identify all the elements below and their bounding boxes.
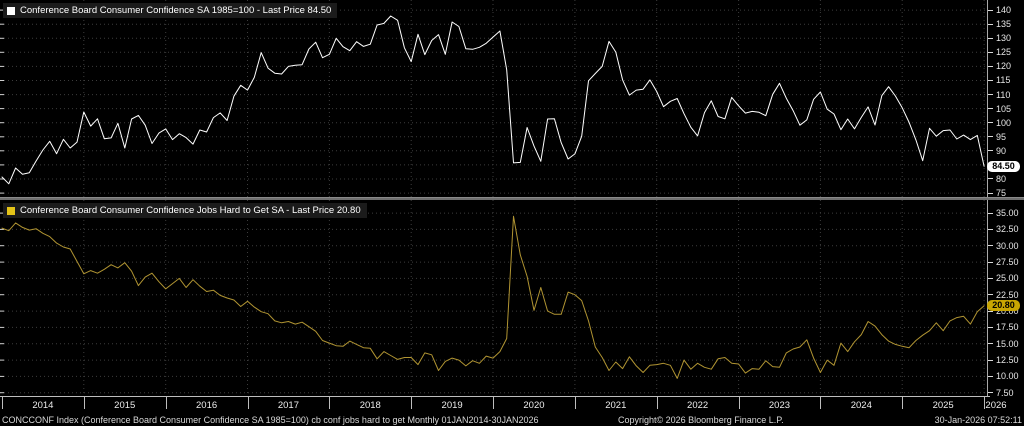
y-tick [988,38,993,39]
footer-copyright: Copyright© 2026 Bloomberg Finance L.P. [618,415,784,426]
x-tick-label-2026: 2026 [974,400,1018,411]
y-tick [988,24,993,25]
x-tick [166,397,167,409]
y-tick-label: 32.50 [996,224,1024,234]
y-tick [988,294,993,295]
legend-bottom-panel[interactable]: Conference Board Consumer Confidence Job… [3,203,367,218]
y-tick [988,245,993,246]
x-tick-label-2025: 2025 [921,400,965,411]
x-tick [657,397,658,409]
x-tick [575,397,576,409]
x-tick [411,397,412,409]
legend-label-consumer-confidence: Conference Board Consumer Confidence SA … [20,5,331,16]
y-tick-label: 125 [996,47,1024,57]
x-tick-label-2019: 2019 [430,400,474,411]
y-tick [988,262,993,263]
y-tick-label: 90 [996,146,1024,156]
bloomberg-chart-window: Conference Board Consumer Confidence SA … [0,0,1024,426]
y-tick-label: 27.50 [996,257,1024,267]
footer: CONCCONF Index (Conference Board Consume… [0,414,1024,426]
y-tick-label: 17.50 [996,322,1024,332]
series-swatch-jobs-hard-to-get [7,207,15,215]
y-tick-label: 105 [996,104,1024,114]
y-tick-label: 120 [996,61,1024,71]
y-tick [988,108,993,109]
y-tick [988,136,993,137]
x-tick-label-2024: 2024 [839,400,883,411]
y-tick [988,278,993,279]
footer-ticker-description: CONCCONF Index (Conference Board Consume… [2,415,539,426]
y-tick [988,66,993,67]
x-tick-label-2016: 2016 [185,400,229,411]
x-tick-label-2023: 2023 [757,400,801,411]
footer-timestamp: 30-Jan-2026 07:52:11 [935,415,1022,426]
x-tick [248,397,249,409]
series-swatch-consumer-confidence [7,7,15,15]
y-tick-label: 80 [996,174,1024,184]
x-tick-label-2017: 2017 [266,400,310,411]
x-tick-label-2022: 2022 [676,400,720,411]
y-tick [988,94,993,95]
x-tick-label-2018: 2018 [348,400,392,411]
x-tick [329,397,330,409]
last-price-label-bottom: 20.80 [987,300,1020,311]
y-tick [988,10,993,11]
panel-divider[interactable] [0,197,1024,200]
y-tick [988,122,993,123]
y-tick [988,392,993,393]
y-tick [988,327,993,328]
y-tick [988,52,993,53]
y-tick-label: 35.00 [996,208,1024,218]
y-tick [988,80,993,81]
y-tick [988,376,993,377]
x-tick [739,397,740,409]
legend-label-jobs-hard-to-get: Conference Board Consumer Confidence Job… [20,205,361,216]
y-tick-label: 12.50 [996,355,1024,365]
y-tick [988,193,993,194]
x-tick [84,397,85,409]
y-tick-label: 15.00 [996,339,1024,349]
x-tick [902,397,903,409]
x-tick [820,397,821,409]
y-tick-label: 22.50 [996,290,1024,300]
x-tick-label-2014: 2014 [21,400,65,411]
y-tick [988,178,993,179]
x-axis-line [0,396,990,397]
x-tick-label-2020: 2020 [512,400,556,411]
x-tick-label-2015: 2015 [103,400,147,411]
legend-top-panel[interactable]: Conference Board Consumer Confidence SA … [3,3,337,18]
x-axis: 2014 2015 2016 2017 2018 2019 2020 2021 2022 2023… [0,396,1024,414]
y-tick-label: 100 [996,118,1024,128]
y-tick-label: 115 [996,75,1024,85]
last-price-label-top: 84.50 [987,161,1020,172]
y-tick-label: 25.00 [996,273,1024,283]
y-tick [988,360,993,361]
x-tick [493,397,494,409]
x-tick-label-2021: 2021 [594,400,638,411]
y-tick-label: 30.00 [996,241,1024,251]
y-tick-label: 140 [996,5,1024,15]
y-tick [988,343,993,344]
y-tick [988,150,993,151]
y-tick-label: 135 [996,19,1024,29]
x-tick [2,397,3,409]
y-tick-label: 95 [996,132,1024,142]
y-tick-label: 110 [996,90,1024,100]
y-tick-label: 130 [996,33,1024,43]
y-tick-label: 10.00 [996,371,1024,381]
y-tick [988,213,993,214]
y-tick [988,229,993,230]
